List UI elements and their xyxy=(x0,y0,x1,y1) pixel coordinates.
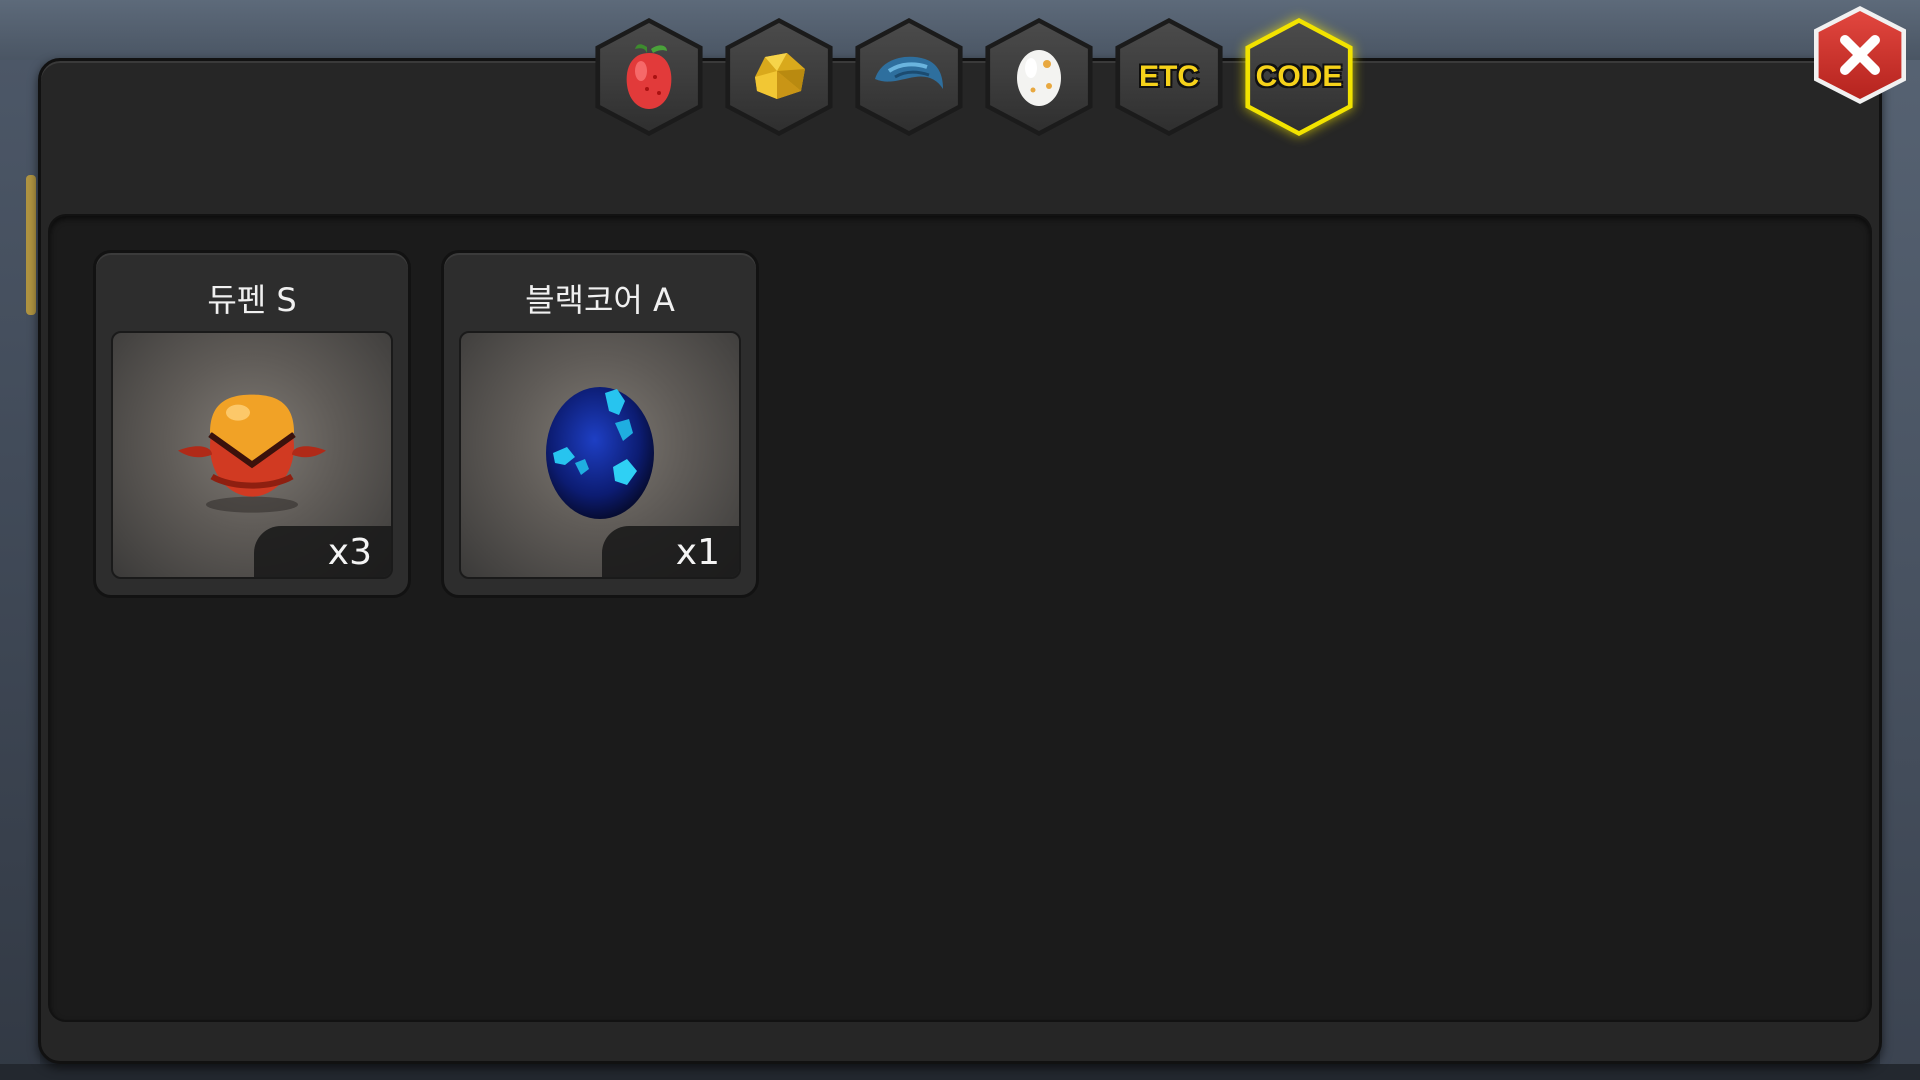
tab-code[interactable]: CODE xyxy=(1242,18,1356,136)
tab-gold-ore[interactable] xyxy=(722,18,836,136)
tab-etc[interactable]: ETC xyxy=(1112,18,1226,136)
item-name: 듀펜 S xyxy=(207,281,297,319)
orange-red-egg-icon xyxy=(178,394,326,513)
item-card[interactable]: 듀펜 S x3 xyxy=(93,250,411,598)
close-button[interactable] xyxy=(1810,6,1910,104)
background-accent xyxy=(26,175,36,315)
tab-egg[interactable] xyxy=(982,18,1096,136)
egg-icon xyxy=(1013,42,1065,112)
item-card[interactable]: 블랙코어 A x1 xyxy=(441,250,759,598)
close-icon xyxy=(1840,35,1880,75)
background-bottom xyxy=(0,1064,1920,1080)
pepper-icon xyxy=(617,37,681,117)
tab-blue-scale[interactable] xyxy=(852,18,966,136)
item-quantity: x1 xyxy=(602,526,739,577)
item-image: x3 xyxy=(111,331,393,579)
blue-scale-icon xyxy=(871,49,947,105)
tab-code-label: CODE xyxy=(1255,60,1343,93)
background-right xyxy=(1880,60,1920,1080)
blue-black-egg-icon xyxy=(546,387,654,519)
tab-pepper[interactable] xyxy=(592,18,706,136)
item-image: x1 xyxy=(459,331,741,579)
item-quantity: x3 xyxy=(254,526,391,577)
item-name: 블랙코어 A xyxy=(525,281,675,319)
tab-etc-label: ETC xyxy=(1139,60,1199,93)
gold-ore-icon xyxy=(747,47,811,107)
